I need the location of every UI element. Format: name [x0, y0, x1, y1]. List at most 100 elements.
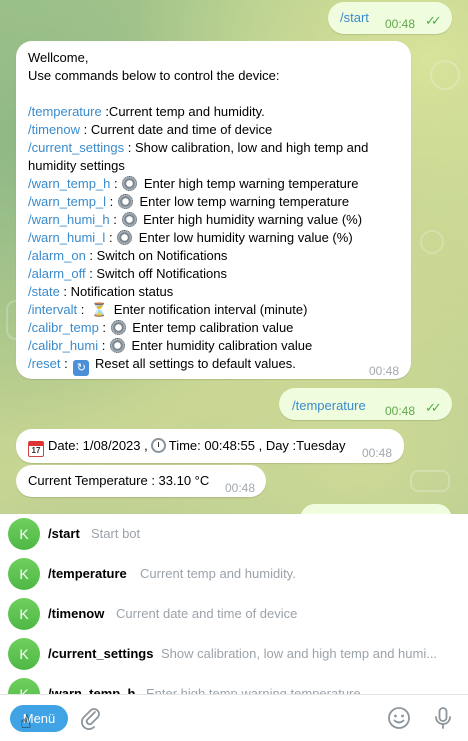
- command-line: /alarm_on : Switch on Notifications: [28, 247, 368, 265]
- command-suggestion[interactable]: K/warn_temp_h Enter high temp warning tem…: [0, 674, 468, 694]
- command-link[interactable]: /warn_humi_h: [28, 212, 110, 227]
- command-description: Enter high temp warning temperature: [146, 686, 361, 694]
- welcome-greeting: Wellcome,: [28, 50, 89, 65]
- emoji-icon[interactable]: [386, 705, 412, 731]
- read-checkmarks-icon: ✓✓: [425, 13, 442, 28]
- background-doodle: [430, 60, 460, 90]
- command-line: /reset : ↻ Reset all settings to default…: [28, 355, 368, 376]
- command-link[interactable]: /warn_temp_l: [28, 194, 106, 209]
- paperclip-icon[interactable]: [78, 705, 104, 731]
- command-description: :: [110, 176, 122, 191]
- command-description: Enter low temp warning temperature: [135, 194, 350, 209]
- command-description: :: [106, 194, 117, 209]
- command-description: Enter high temp warning temperature: [140, 176, 359, 191]
- incoming-message-current-temperature[interactable]: Current Temperature : 33.10 °C 00:48: [16, 465, 266, 497]
- command-line: /warn_temp_l : Enter low temp warning te…: [28, 193, 368, 211]
- command-line: /alarm_off : Switch off Notifications: [28, 265, 368, 283]
- read-checkmarks-icon: ✓✓: [425, 400, 442, 415]
- command-description: : Notification status: [59, 284, 174, 299]
- command-link[interactable]: /alarm_on: [28, 248, 86, 263]
- command-name: /timenow: [48, 606, 105, 621]
- command-line: /warn_humi_h : Enter high humidity warni…: [28, 211, 368, 229]
- gear-icon: [122, 176, 138, 191]
- command-description: Enter low humidity warning value (%): [135, 230, 353, 245]
- command-link[interactable]: /calibr_temp: [28, 320, 99, 335]
- date-label: Date: 1/08/2023 ,: [48, 438, 148, 453]
- command-link[interactable]: /intervalt: [28, 302, 77, 317]
- message-time: 00:48: [385, 404, 416, 418]
- bot-avatar: K: [8, 518, 40, 550]
- command-description: :: [105, 230, 117, 245]
- command-name: /warn_temp_h: [48, 686, 136, 694]
- command-description: :: [98, 338, 109, 353]
- command-description: Enter notification interval (minute): [110, 302, 308, 317]
- command-line: /calibr_temp : Enter temp calibration va…: [28, 319, 368, 337]
- outgoing-message-partial[interactable]: [300, 504, 452, 514]
- background-doodle: [410, 470, 450, 492]
- bot-avatar: K: [8, 638, 40, 670]
- incoming-message-welcome[interactable]: Wellcome, Use commands below to control …: [16, 41, 411, 379]
- command-description: Reset all settings to default values.: [91, 356, 296, 371]
- command-suggestion[interactable]: K/temperature Current temp and humidity.: [0, 554, 468, 594]
- microphone-icon[interactable]: [430, 705, 456, 731]
- command-description: :: [77, 302, 88, 317]
- command-link[interactable]: /alarm_off: [28, 266, 86, 281]
- command-description: humidity settings: [28, 158, 125, 173]
- command-description: Current date and time of device: [116, 606, 298, 621]
- message-time: 00:48: [362, 446, 393, 460]
- message-command-link[interactable]: /start: [340, 9, 369, 27]
- command-link[interactable]: /temperature: [28, 104, 102, 119]
- command-description: : Switch off Notifications: [85, 266, 227, 281]
- gear-icon: [121, 212, 137, 227]
- message-command-link[interactable]: /temperature: [292, 397, 366, 415]
- command-line: /state : Notification status: [28, 283, 368, 301]
- command-link[interactable]: /state: [28, 284, 60, 299]
- command-description: Enter temp calibration value: [128, 320, 294, 335]
- command-description: Enter high humidity warning value (%): [139, 212, 363, 227]
- clock-icon: [150, 438, 166, 453]
- background-doodle: [420, 230, 444, 254]
- gear-icon: [117, 194, 133, 209]
- calendar-icon: 17: [28, 441, 44, 457]
- message-text: 17 Date: 1/08/2023 , Time: 00:48:55 , Day …: [28, 437, 346, 457]
- command-name: /temperature: [48, 566, 127, 581]
- bot-avatar: K: [8, 598, 40, 630]
- command-description: :: [109, 212, 121, 227]
- message-time: 00:48: [225, 481, 256, 495]
- incoming-message-datetime[interactable]: 17 Date: 1/08/2023 , Time: 00:48:55 , Day …: [16, 429, 404, 463]
- command-line: /current_settings : Show calibration, lo…: [28, 139, 368, 157]
- command-link[interactable]: /timenow: [28, 122, 80, 137]
- command-name: /current_settings: [48, 646, 154, 661]
- gear-icon: [117, 230, 133, 245]
- message-input-bar: Menü: [0, 694, 468, 741]
- command-line: /calibr_humi : Enter humidity calibratio…: [28, 337, 368, 355]
- welcome-intro: Use commands below to control the device…: [28, 68, 280, 83]
- command-suggestion[interactable]: K/timenow Current date and time of device: [0, 594, 468, 634]
- command-link[interactable]: /current_settings: [28, 140, 124, 155]
- outgoing-message-temperature[interactable]: /temperature 00:48 ✓✓: [279, 388, 452, 420]
- command-link[interactable]: /warn_temp_h: [28, 176, 110, 191]
- command-link[interactable]: /warn_humi_l: [28, 230, 105, 245]
- command-link[interactable]: /reset: [28, 356, 61, 371]
- command-description: :: [98, 320, 110, 335]
- bot-command-panel: K/start Start bot K/temperature Current tem…: [0, 514, 468, 694]
- time-label: Time: 00:48:55 , Day :Tuesday: [168, 438, 346, 453]
- command-link[interactable]: /calibr_humi: [28, 338, 98, 353]
- command-description: : Current date and time of device: [80, 122, 273, 137]
- command-description: Start bot: [91, 526, 141, 541]
- bot-avatar: K: [8, 678, 40, 694]
- command-description: Enter humidity calibration value: [127, 338, 313, 353]
- command-line: /temperature :Current temp and humidity.: [28, 103, 368, 121]
- chat-area: /start 00:48 ✓✓ Wellcome, Use commands b…: [0, 0, 468, 514]
- command-description: Show calibration, low and high temp and …: [161, 646, 438, 661]
- command-suggestion[interactable]: K/start Start bot: [0, 514, 468, 554]
- command-suggestion[interactable]: K/current_settings Show calibration, low …: [0, 634, 468, 674]
- command-description: :: [60, 356, 72, 371]
- command-line: /warn_humi_l : Enter low humidity warnin…: [28, 229, 368, 247]
- hourglass-icon: ⏳: [90, 302, 108, 317]
- reset-icon: ↻: [73, 360, 90, 376]
- gear-icon: [109, 338, 125, 353]
- command-name: /start: [48, 526, 80, 541]
- outgoing-message-start[interactable]: /start 00:48 ✓✓: [328, 2, 452, 34]
